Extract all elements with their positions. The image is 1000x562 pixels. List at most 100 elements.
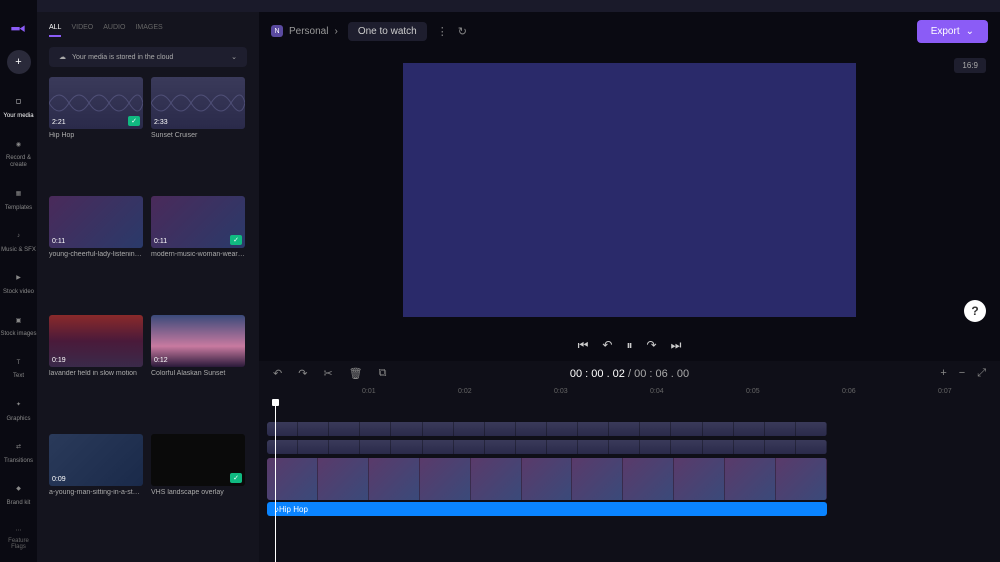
redo-button[interactable]: ↷ <box>298 367 307 380</box>
tab-images[interactable]: IMAGES <box>135 24 162 37</box>
video-track[interactable] <box>267 422 827 436</box>
project-name-input[interactable]: One to watch <box>348 22 427 41</box>
music-icon: ♪ <box>12 230 26 244</box>
workspace-name: Personal <box>289 26 328 37</box>
media-item[interactable]: 0:19 lavander field in slow motion <box>49 315 143 426</box>
rail-item-transitions[interactable]: ⇄Transitions <box>0 439 37 467</box>
rail-item-text[interactable]: TText <box>0 354 37 382</box>
fit-button[interactable]: ⤢ <box>977 367 986 380</box>
media-label: VHS landscape overlay <box>151 489 245 496</box>
record-icon: ◉ <box>12 138 26 152</box>
timeline-ruler[interactable]: 0:010:020:030:040:050:060:07 <box>267 386 1000 402</box>
audio-track[interactable]: ♪ Hip Hop <box>267 502 827 516</box>
transport-controls: ⏮ ↶ ⏸ ↷ ⏭ <box>259 330 1000 361</box>
timeline: ↶ ↷ ✂ 🗑 ⧉ 00 : 00 . 02 / 00 : 06 . 00 + … <box>259 361 1000 562</box>
rail-item-stockimages[interactable]: ▣Stock images <box>0 312 37 340</box>
ruler-tick: 0:07 <box>938 388 952 395</box>
media-icon: ▢ <box>12 96 26 110</box>
split-button[interactable]: ✂ <box>323 367 332 380</box>
export-button[interactable]: Export ⌄ <box>917 20 988 43</box>
delete-button[interactable]: 🗑 <box>349 367 363 380</box>
duration-badge: 0:12 <box>154 357 168 364</box>
chevron-down-icon: ⌄ <box>231 53 237 61</box>
header: N Personal › One to watch ⋮ ↻ Export ⌄ <box>259 12 1000 50</box>
media-item[interactable]: 0:12Colorful Alaskan Sunset <box>151 315 245 426</box>
aspect-ratio-selector[interactable]: 16:9 <box>954 58 986 73</box>
preview-canvas[interactable] <box>403 63 856 317</box>
ruler-tick: 0:03 <box>554 388 568 395</box>
feature-flags[interactable]: ⋯ Feature Flags <box>0 527 37 550</box>
media-grid: 2:21✓Hip Hop2:33Sunset Cruiser0:11young-… <box>49 77 259 545</box>
media-item[interactable]: 2:21✓Hip Hop <box>49 77 143 188</box>
rail-item-brandkit[interactable]: ◆Brand kit <box>0 481 37 509</box>
rail-item-stockvideo[interactable]: ▶Stock video <box>0 270 37 298</box>
timecode: 00 : 00 . 02 / 00 : 06 . 00 <box>570 368 689 380</box>
templates-icon: ▦ <box>12 188 26 202</box>
stockvideo-icon: ▶ <box>12 272 26 286</box>
media-thumbnail: 0:11 ✓ <box>151 196 245 248</box>
skip-back-button[interactable]: ⏮ <box>578 338 589 353</box>
rail-item-record[interactable]: ◉Record & create <box>0 136 37 171</box>
duration-badge: 2:33 <box>154 119 168 126</box>
media-item[interactable]: 0:09 a-young-man-sitting-in-a-studio... <box>49 434 143 545</box>
media-thumbnail: 0:19 <box>49 315 143 367</box>
chevron-right-icon: › <box>334 26 337 37</box>
media-item[interactable]: 0:11young-cheerful-lady-listening-to... <box>49 196 143 307</box>
rail-item-music[interactable]: ♪Music & SFX <box>0 228 37 256</box>
timeline-tracks[interactable]: ♪ Hip Hop <box>267 402 1000 562</box>
check-icon: ✓ <box>128 116 140 126</box>
duration-badge: 0:11 <box>154 238 167 245</box>
undo-button[interactable]: ↶ <box>273 367 282 380</box>
app-logo <box>8 22 28 42</box>
workspace-badge: N <box>271 25 283 37</box>
skip-forward-button[interactable]: ⏭ <box>671 338 682 353</box>
tab-all[interactable]: ALL <box>49 24 61 37</box>
media-label: young-cheerful-lady-listening-to... <box>49 251 143 258</box>
ruler-tick: 0:01 <box>362 388 376 395</box>
media-thumbnail: 2:33 <box>151 77 245 129</box>
media-label: Sunset Cruiser <box>151 132 245 139</box>
rail-item-templates[interactable]: ▦Templates <box>0 186 37 214</box>
media-item[interactable]: ✓ VHS landscape overlay <box>151 434 245 545</box>
breadcrumb[interactable]: N Personal › <box>271 25 338 37</box>
duplicate-button[interactable]: ⧉ <box>379 367 387 380</box>
zoom-out-button[interactable]: − <box>959 367 965 380</box>
forward-button[interactable]: ↷ <box>647 338 657 353</box>
preview-area: 16:9 ? <box>259 50 1000 330</box>
chevron-down-icon: ⌄ <box>966 26 974 37</box>
help-button[interactable]: ? <box>964 300 986 322</box>
media-label: a-young-man-sitting-in-a-studio... <box>49 489 143 496</box>
media-item[interactable]: 0:11✓modern-music-woman-wearing-... <box>151 196 245 307</box>
transitions-icon: ⇄ <box>12 441 26 455</box>
cloud-icon: ☁ <box>59 53 66 61</box>
add-button[interactable]: + <box>7 50 31 74</box>
more-icon[interactable]: ⋮ <box>437 25 448 38</box>
stockimages-icon: ▣ <box>12 314 26 328</box>
video-track[interactable] <box>267 458 827 500</box>
timeline-toolbar: ↶ ↷ ✂ 🗑 ⧉ 00 : 00 . 02 / 00 : 06 . 00 + … <box>259 361 1000 386</box>
ruler-tick: 0:02 <box>458 388 472 395</box>
media-label: lavander field in slow motion <box>49 370 143 377</box>
media-item[interactable]: 2:33 Sunset Cruiser <box>151 77 245 188</box>
zoom-in-button[interactable]: + <box>940 367 946 380</box>
duration-badge: 0:09 <box>52 476 66 483</box>
media-tabs: ALL VIDEO AUDIO IMAGES <box>49 24 259 37</box>
rewind-button[interactable]: ↶ <box>602 338 612 353</box>
check-icon: ✓ <box>230 235 242 245</box>
left-rail: + ▢Your media ◉Record & create ▦Templates ♪… <box>0 0 37 562</box>
tab-audio[interactable]: AUDIO <box>103 24 125 37</box>
media-thumbnail: ✓ <box>151 434 245 486</box>
duration-badge: 0:19 <box>52 357 66 364</box>
check-icon: ✓ <box>230 473 242 483</box>
playhead[interactable] <box>275 402 276 562</box>
tab-video[interactable]: VIDEO <box>71 24 93 37</box>
media-thumbnail: 2:21 ✓ <box>49 77 143 129</box>
pause-button[interactable]: ⏸ <box>626 338 632 353</box>
rail-item-media[interactable]: ▢Your media <box>0 94 37 122</box>
rail-item-graphics[interactable]: ✦Graphics <box>0 397 37 425</box>
video-track[interactable] <box>267 440 827 454</box>
media-thumbnail: 0:09 <box>49 434 143 486</box>
cloud-storage-bar[interactable]: ☁ Your media is stored in the cloud ⌄ <box>49 47 247 67</box>
sync-icon[interactable]: ↻ <box>458 25 467 38</box>
duration-badge: 2:21 <box>52 119 66 126</box>
